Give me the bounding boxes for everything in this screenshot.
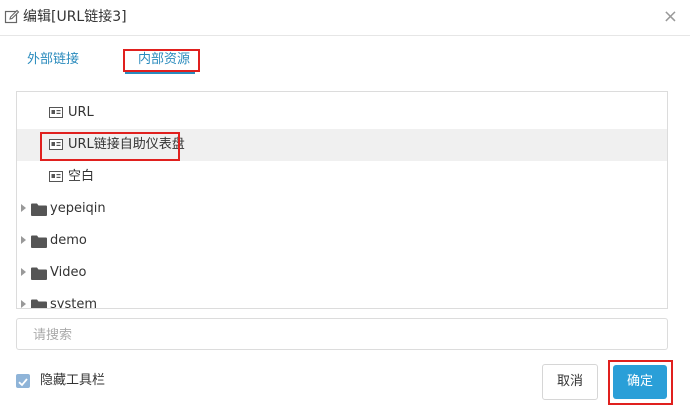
tree-item-label: yepeiqin (50, 201, 106, 216)
search-box[interactable] (16, 318, 668, 350)
dialog-title-bar: 编辑[URL链接3] × (0, 0, 690, 36)
checkmark-icon (18, 378, 28, 387)
dialog-title: 编辑[URL链接3] (23, 9, 127, 25)
tree-item-label: Video (50, 265, 87, 280)
tree-folder-video[interactable]: Video (17, 257, 667, 289)
folder-icon (31, 267, 47, 280)
hide-toolbar-label: 隐藏工具栏 (40, 373, 106, 388)
highlight-box-ok-button (608, 360, 673, 405)
highlight-box-selected-item (40, 132, 180, 161)
caret-right-icon[interactable] (21, 204, 26, 212)
dashboard-resource-icon (49, 107, 63, 118)
tree-folder-system[interactable]: system (17, 289, 667, 309)
close-icon[interactable]: × (663, 8, 678, 26)
folder-icon (31, 299, 47, 308)
highlight-box-tab (123, 49, 200, 72)
caret-right-icon[interactable] (21, 268, 26, 276)
tree-item-label: system (50, 297, 97, 309)
tree-folder-yepeiqin[interactable]: yepeiqin (17, 193, 667, 225)
active-tab-indicator (125, 72, 195, 74)
tab-bar: 外部链接 内部资源 (0, 44, 690, 80)
tree-item-label: URL (68, 105, 94, 120)
hide-toolbar-checkbox[interactable] (16, 374, 30, 388)
edit-icon (4, 9, 20, 24)
search-input[interactable] (31, 320, 635, 350)
tree-folder-demo[interactable]: demo (17, 225, 667, 257)
folder-icon (31, 203, 47, 216)
tree-item-blank[interactable]: 空白 (17, 161, 667, 193)
tree-item-label: demo (50, 233, 87, 248)
caret-right-icon[interactable] (21, 236, 26, 244)
caret-right-icon[interactable] (21, 300, 26, 308)
folder-icon (31, 235, 47, 248)
tree-item-url[interactable]: URL (17, 97, 667, 129)
tab-external-link[interactable]: 外部链接 (27, 50, 79, 70)
cancel-button[interactable]: 取消 (542, 364, 598, 400)
tree-item-label: 空白 (68, 169, 95, 184)
dashboard-resource-icon (49, 171, 63, 182)
resource-tree[interactable]: URL URL链接自助仪表盘 空白 yepeiqin demo Video sy… (16, 91, 668, 309)
